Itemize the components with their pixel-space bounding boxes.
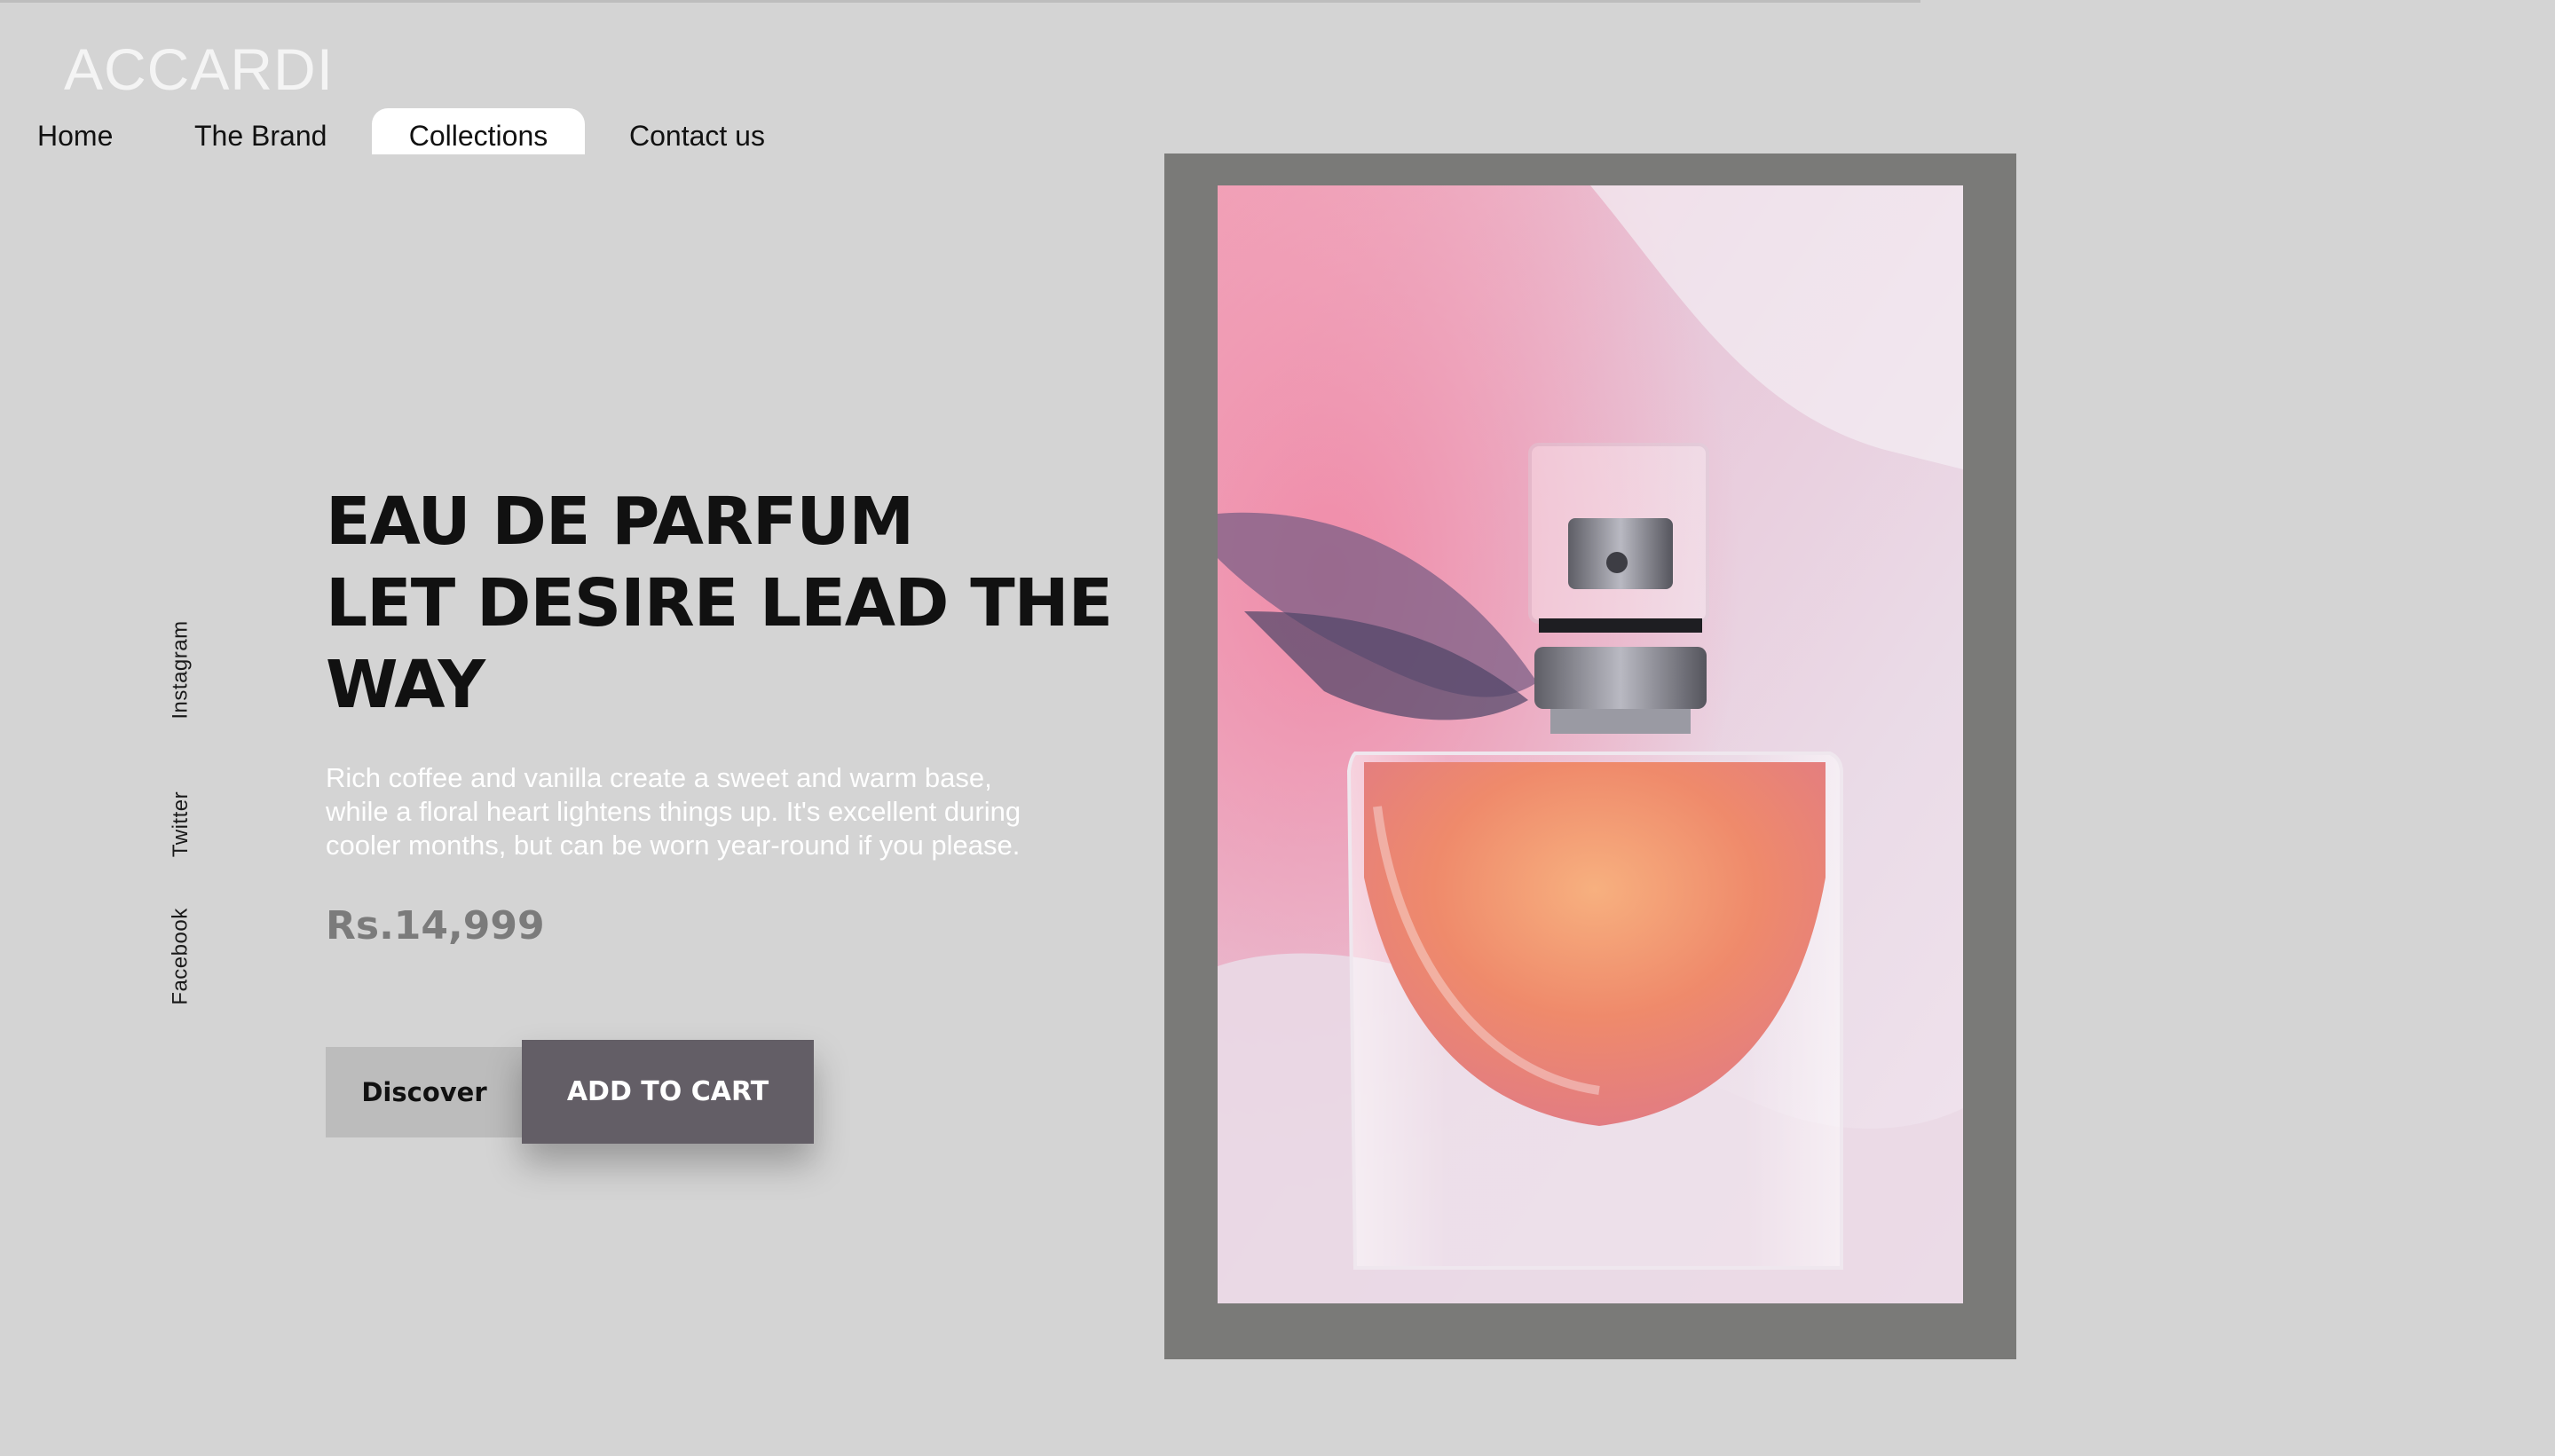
brand-logo[interactable]: ACCARDI: [64, 34, 334, 105]
nav-item-the-brand[interactable]: The Brand: [194, 108, 327, 154]
product-description: Rich coffee and vanilla create a sweet a…: [326, 761, 1071, 862]
add-to-cart-button[interactable]: ADD TO CART: [522, 1040, 814, 1144]
nav-item-collections[interactable]: Collections: [372, 108, 585, 154]
nav-item-home[interactable]: Home: [37, 108, 113, 154]
social-link-twitter[interactable]: Twitter: [165, 775, 197, 873]
nav-item-contact-us[interactable]: Contact us: [629, 108, 765, 154]
description-line-3: cooler months, but can be worn year-roun…: [326, 830, 1021, 861]
social-link-facebook[interactable]: Facebook: [165, 902, 197, 1011]
social-twitter-label: Twitter: [169, 791, 193, 858]
hero-headline: EAU DE PARFUM LET DESIRE LEAD THE WAY: [326, 481, 1113, 726]
description-line-2: while a floral heart lightens things up.…: [326, 796, 1021, 827]
headline-line-1: EAU DE PARFUM: [326, 484, 914, 560]
top-border-line: [0, 0, 1920, 3]
product-price: Rs.14,999: [326, 903, 545, 948]
social-facebook-label: Facebook: [169, 908, 193, 1005]
description-line-1: Rich coffee and vanilla create a sweet a…: [326, 762, 992, 793]
headline-line-2: LET DESIRE LEAD THE: [326, 565, 1113, 641]
social-link-instagram[interactable]: Instagram: [165, 612, 197, 728]
perfume-bottle-image: [1218, 185, 1963, 1303]
product-image-frame: [1164, 153, 2016, 1359]
headline-line-3: WAY: [326, 647, 485, 723]
discover-button[interactable]: Discover: [326, 1047, 523, 1137]
social-instagram-label: Instagram: [169, 620, 193, 720]
